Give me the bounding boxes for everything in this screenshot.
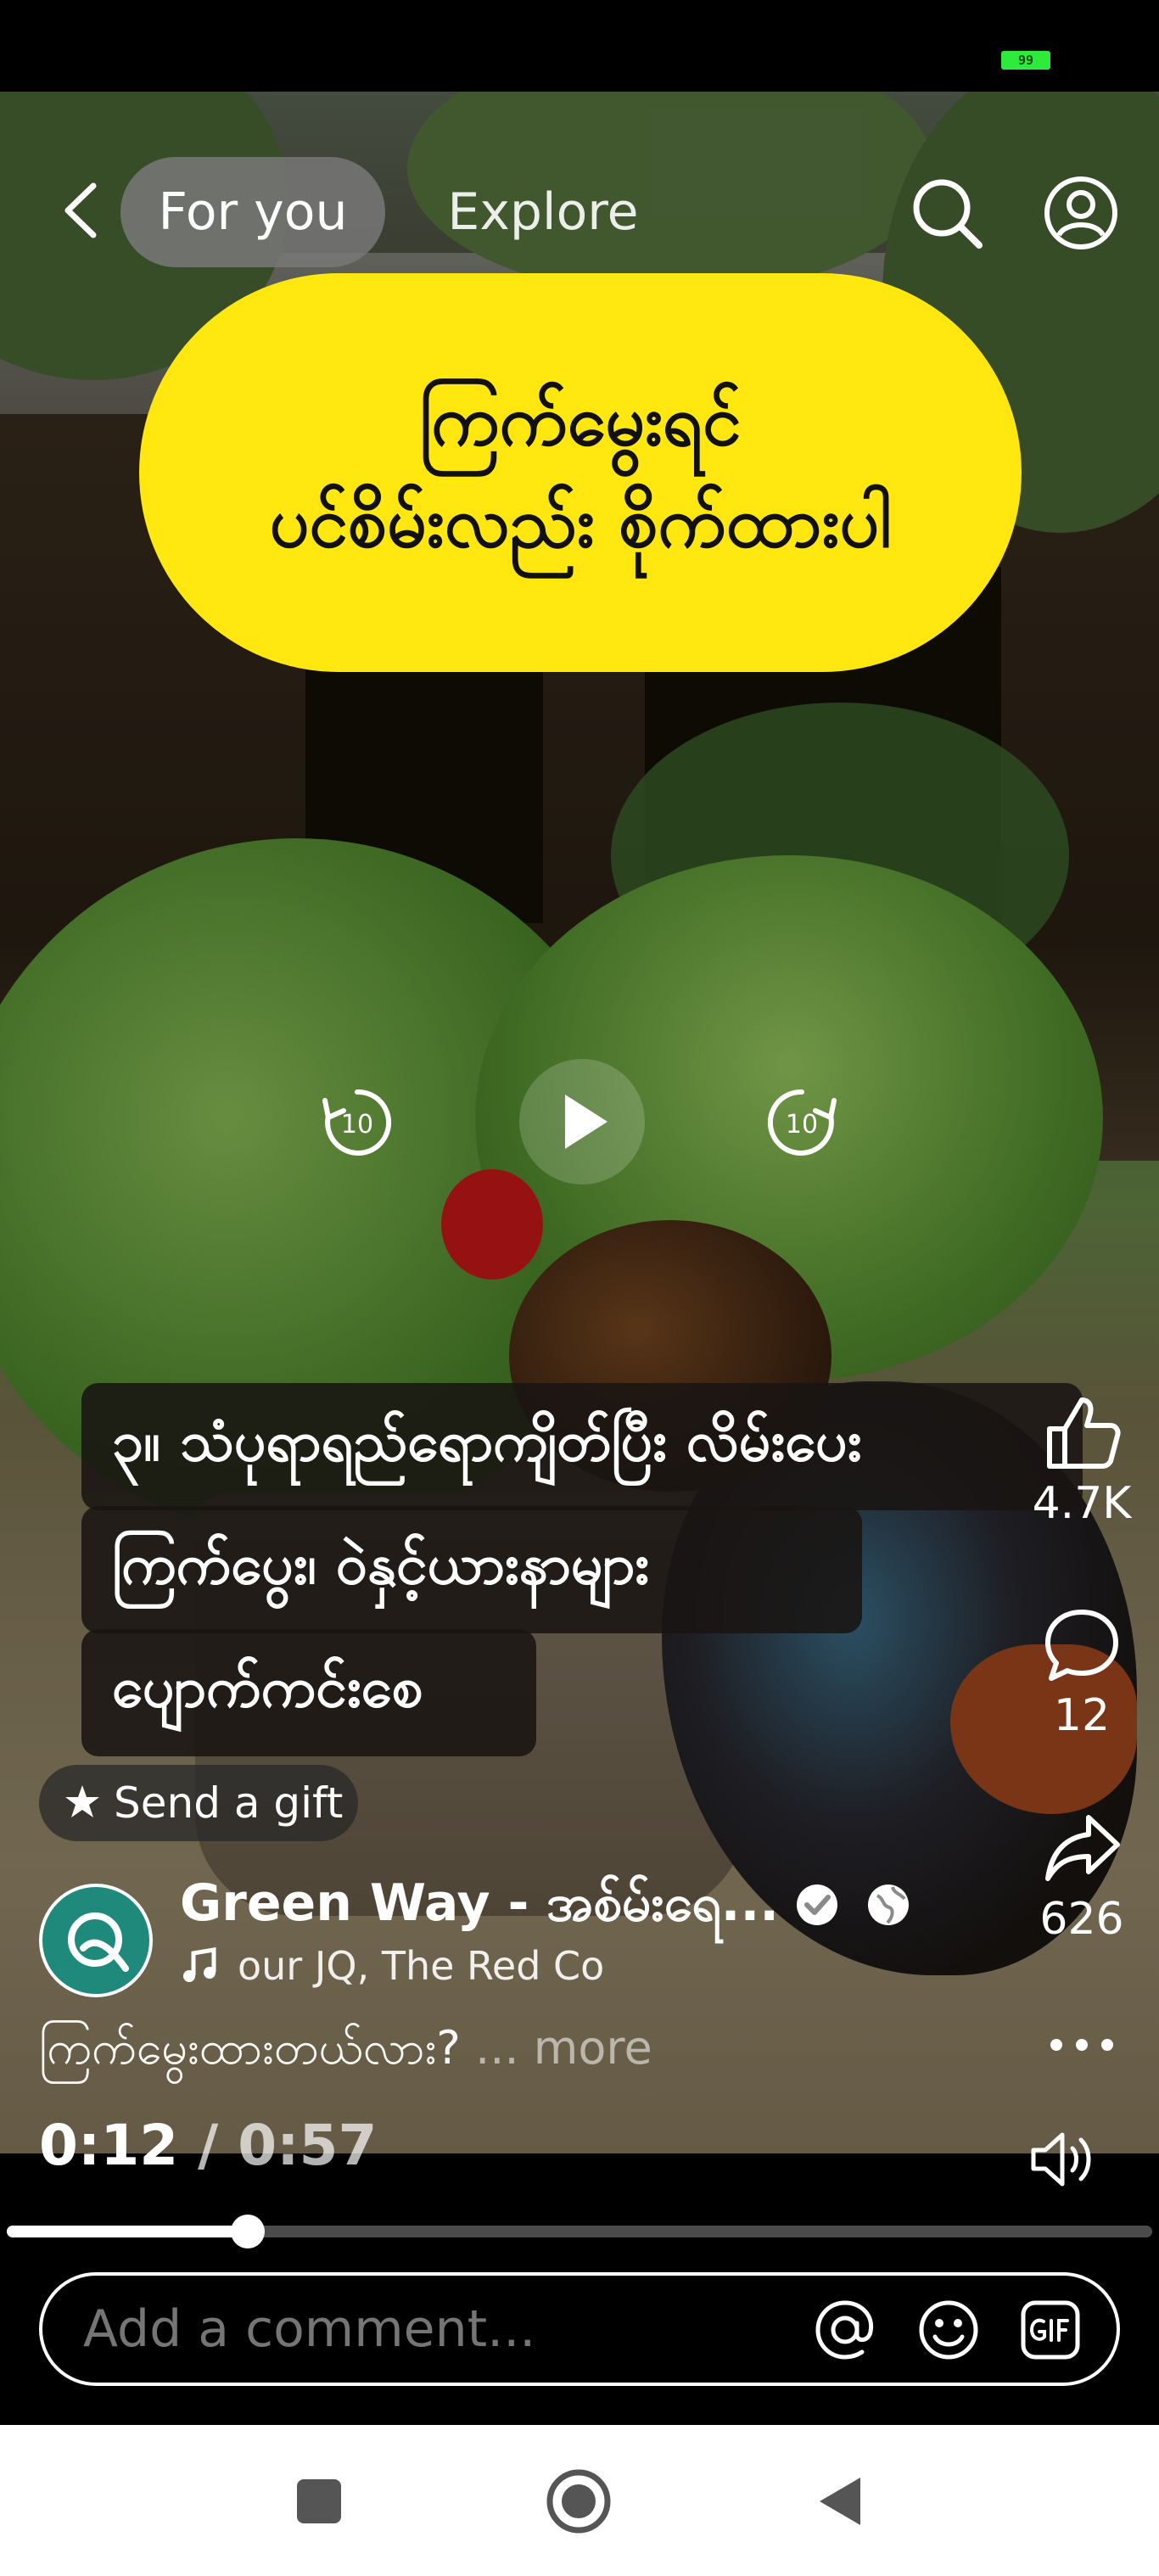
post-description[interactable]: ကြက်မွေးထားတယ်လား? ... more (39, 2019, 652, 2086)
forward-10-button[interactable]: 10 (755, 1076, 848, 1169)
like-count: 4.7K (1032, 1478, 1132, 1529)
share-count: 626 (1039, 1894, 1124, 1945)
svg-text:10: 10 (786, 1110, 818, 1140)
battery-indicator: 99 (1001, 51, 1050, 70)
system-back-button[interactable] (806, 2467, 874, 2535)
top-bar: For you Explore (0, 157, 1159, 267)
comment-input[interactable] (83, 2276, 813, 2383)
progress-fill (7, 2226, 248, 2237)
comment-icon (1045, 1610, 1118, 1681)
gift-icon (65, 1785, 99, 1817)
video-title-overlay: ကြက်မွေးရင် ပင်စိမ်းလည်း စိုက်ထားပါ (139, 273, 1022, 672)
tab-explore[interactable]: Explore (416, 157, 670, 267)
send-gift-label: Send a gift (114, 1778, 344, 1828)
user-icon (1044, 176, 1117, 249)
comment-action[interactable]: 12 (1018, 1604, 1145, 1741)
play-icon (565, 1095, 607, 1149)
volume-button[interactable] (1025, 2121, 1101, 2198)
time-separator: / (178, 2113, 238, 2178)
recents-button[interactable] (285, 2467, 353, 2535)
rewind-10-button[interactable]: 10 (311, 1076, 404, 1169)
profile-button[interactable] (1042, 174, 1120, 252)
see-more-link[interactable]: ... more (475, 2021, 652, 2075)
verified-icon (797, 1884, 837, 1925)
triangle-back-icon (820, 2478, 860, 2525)
page-name[interactable]: Green Way - အစ်မ်းရေ... (180, 1871, 779, 1946)
status-bar: 99 (0, 0, 1159, 92)
post-text: ကြက်မွေးထားတယ်လား? (39, 2021, 461, 2075)
play-button[interactable] (519, 1059, 645, 1184)
globe-icon (868, 1884, 909, 1925)
tab-for-you[interactable]: For you (120, 157, 385, 267)
green-way-logo (68, 1912, 129, 1972)
time-display: 0:12 / 0:57 (39, 2113, 377, 2178)
chevron-left-icon (64, 182, 97, 238)
search-button[interactable] (908, 174, 986, 252)
like-action[interactable]: 4.7K (1018, 1392, 1145, 1529)
progress-scrubber[interactable] (230, 2215, 265, 2248)
square-icon (297, 2479, 341, 2523)
share-icon (1045, 1815, 1120, 1881)
smiley-icon (919, 2300, 978, 2360)
public-audience (865, 1882, 911, 1928)
caption-line-3: ပျောက်ကင်းစေ (81, 1629, 536, 1756)
emoji-button[interactable] (913, 2294, 984, 2366)
duration: 0:57 (238, 2113, 378, 2178)
comment-count: 12 (1053, 1690, 1111, 1741)
title-line-1: ကြက်မွေးရင် (419, 381, 742, 462)
rewind-icon: 10 (322, 1089, 392, 1156)
volume-icon (1031, 2132, 1091, 2187)
more-options-button[interactable] (1018, 2019, 1145, 2070)
more-horizontal-icon (1050, 2039, 1113, 2051)
circle-home-icon (546, 2469, 611, 2534)
gif-icon (1021, 2300, 1080, 2360)
music-note-icon (183, 1947, 216, 1982)
home-button[interactable] (545, 2467, 613, 2535)
svg-text:10: 10 (341, 1110, 373, 1140)
gif-button[interactable] (1015, 2294, 1086, 2366)
system-nav-bar (0, 2425, 1159, 2576)
share-action[interactable]: 626 (1018, 1807, 1145, 1945)
at-sign-icon (815, 2300, 874, 2360)
send-gift-button[interactable]: Send a gift (39, 1765, 358, 1841)
page-avatar[interactable] (39, 1884, 153, 1997)
fast-forward-icon: 10 (767, 1089, 837, 1156)
back-button[interactable] (51, 181, 110, 240)
verified-badge (794, 1882, 840, 1928)
current-time: 0:12 (39, 2113, 179, 2178)
mention-button[interactable] (809, 2294, 881, 2366)
search-icon (913, 179, 983, 249)
thumbs-up-icon (1047, 1397, 1121, 1469)
title-line-2: ပင်စိမ်းလည်း စိုက်ထားပါ (269, 483, 892, 563)
comment-bar (39, 2272, 1120, 2386)
music-info[interactable]: our JQ, The Red Co (180, 1943, 604, 1989)
caption-line-1: ၃။ သံပုရာရည်ရောကျိတ်ပြီး လိမ်းပေး (81, 1383, 1083, 1510)
caption-line-2: ကြက်ပွေး၊ ဝဲနှင့်ယားနာများ (81, 1506, 862, 1633)
music-label: our JQ, The Red Co (238, 1943, 605, 1989)
